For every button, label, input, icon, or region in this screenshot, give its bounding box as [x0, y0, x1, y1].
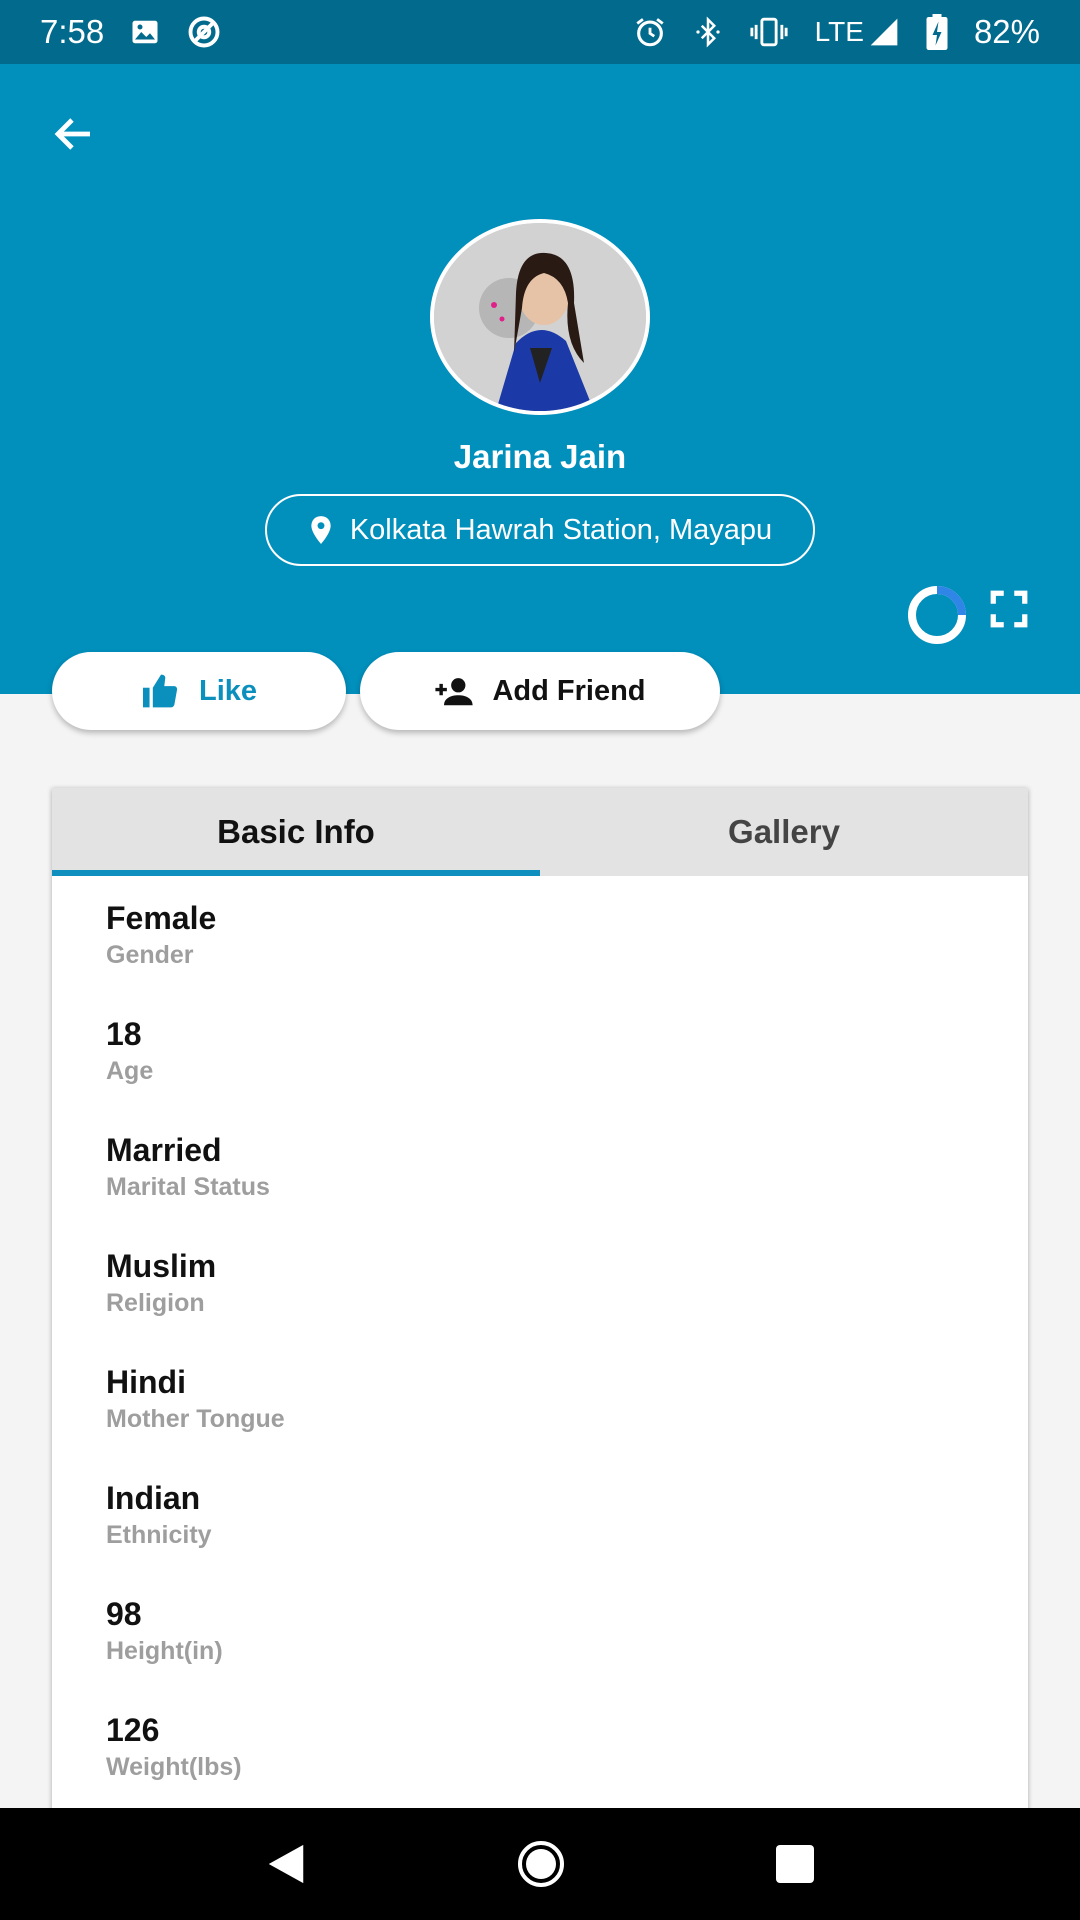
tab-gallery[interactable]: Gallery — [540, 788, 1028, 876]
tab-indicator — [52, 870, 540, 876]
info-label: Age — [106, 1057, 154, 1085]
info-label: Weight(lbs) — [106, 1753, 242, 1781]
info-value: Hindi — [106, 1364, 186, 1400]
vibrate-icon — [749, 17, 789, 47]
list-item: Muslim Religion — [106, 1246, 1028, 1358]
info-value: Female — [106, 900, 217, 936]
list-item: Female Gender — [106, 898, 1028, 1010]
person-add-icon — [434, 676, 474, 706]
profile-name: Jarina Jain — [453, 438, 627, 475]
info-value: Muslim — [106, 1248, 217, 1284]
info-value: Married — [106, 1132, 222, 1168]
list-item: Married Marital Status — [106, 1130, 1028, 1242]
battery-charging-icon — [926, 14, 948, 50]
add-friend-label: Add Friend — [492, 674, 646, 707]
info-value: 98 — [106, 1596, 142, 1632]
profile-card: Basic Info Gallery Female Gender 18 Age … — [52, 788, 1028, 1920]
status-time: 7:58 — [40, 13, 105, 50]
info-label: Religion — [106, 1289, 205, 1317]
network-type: LTE — [814, 16, 864, 47]
info-value: Indian — [106, 1480, 201, 1516]
arrow-left-icon[interactable] — [46, 106, 102, 162]
info-label: Height(in) — [106, 1637, 223, 1665]
info-label: Mother Tongue — [106, 1405, 285, 1433]
like-button[interactable]: Like — [52, 652, 346, 730]
location-text: Kolkata Hawrah Station, Mayapu — [349, 513, 773, 546]
image-icon — [130, 17, 160, 47]
profile-header: Jarina Jain Kolkata Hawrah Station, Maya… — [0, 64, 1080, 694]
battery-percent: 82% — [973, 13, 1040, 50]
thumbs-up-icon — [141, 673, 181, 709]
home-nav-icon[interactable] — [516, 1839, 566, 1889]
list-item: Hindi Mother Tongue — [106, 1362, 1028, 1474]
list-item: 98 Height(in) — [106, 1594, 1028, 1706]
back-nav-icon[interactable] — [264, 1841, 308, 1887]
system-nav-bar — [0, 1808, 1080, 1920]
at-sign-icon — [186, 14, 222, 50]
like-label: Like — [198, 674, 258, 707]
loading-spinner-icon — [906, 584, 968, 646]
info-label: Marital Status — [106, 1173, 270, 1201]
signal-icon — [868, 16, 900, 48]
list-item: Indian Ethnicity — [106, 1478, 1028, 1590]
tab-bar: Basic Info Gallery — [52, 788, 1028, 876]
location-chip[interactable]: Kolkata Hawrah Station, Mayapu — [265, 494, 815, 566]
recents-nav-icon[interactable] — [774, 1843, 816, 1885]
basic-info-list: Female Gender 18 Age Married Marital Sta… — [52, 876, 1028, 1822]
fullscreen-icon[interactable] — [988, 588, 1030, 630]
info-label: Gender — [106, 941, 194, 969]
avatar[interactable] — [430, 219, 650, 415]
add-friend-button[interactable]: Add Friend — [360, 652, 720, 730]
status-bar: 7:58 LTE 82% — [0, 0, 1080, 64]
tab-basic-info[interactable]: Basic Info — [52, 788, 540, 876]
info-value: 126 — [106, 1712, 160, 1748]
map-pin-icon — [308, 515, 334, 545]
list-item: 126 Weight(lbs) — [106, 1710, 1028, 1822]
info-value: 18 — [106, 1016, 142, 1052]
alarm-icon — [633, 15, 667, 49]
list-item: 18 Age — [106, 1014, 1028, 1126]
bluetooth-icon — [693, 15, 723, 49]
info-label: Ethnicity — [106, 1521, 212, 1549]
